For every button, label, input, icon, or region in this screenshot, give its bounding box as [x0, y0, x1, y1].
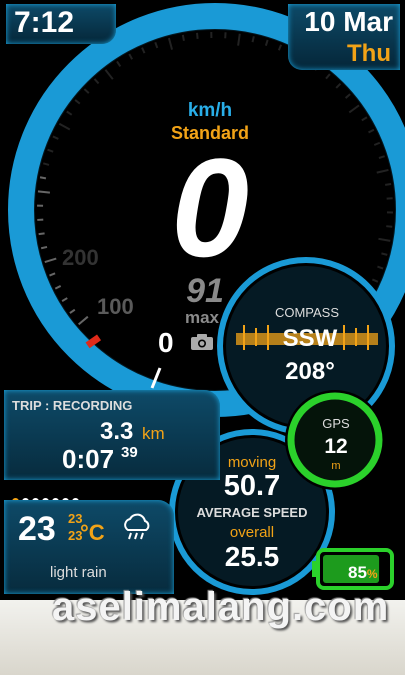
avg-overall-label: overall — [229, 524, 275, 541]
gps-accuracy: 12 — [324, 435, 348, 458]
trip-seconds: 39 — [121, 444, 138, 461]
camera-icon[interactable] — [190, 333, 214, 351]
dial-tick — [385, 183, 392, 186]
battery-percent: 85% — [348, 563, 378, 583]
trip-title: TRIP : RECORDING — [12, 398, 133, 413]
clock-time: 7:12 — [14, 6, 75, 39]
dial-tick — [39, 176, 47, 180]
day-text: Thu — [347, 40, 391, 67]
rain-cloud-icon — [124, 513, 150, 540]
avg-speed-title: AVERAGE SPEED — [196, 505, 308, 520]
compass-degrees: 208° — [285, 358, 335, 385]
battery-percent-value: 85 — [348, 563, 367, 582]
date-text: 10 Mar — [304, 6, 393, 37]
dial-tick — [196, 32, 199, 39]
dial-tick — [38, 232, 45, 236]
tick-label-100: 100 — [97, 294, 134, 319]
compass-direction: SSW — [282, 325, 338, 352]
avg-moving-value: 50.7 — [223, 470, 281, 502]
dial-tick — [386, 225, 393, 228]
avg-overall-value: 25.5 — [224, 541, 280, 572]
max-speed-value: 91 — [186, 272, 224, 310]
weather-unit: °C — [80, 520, 105, 545]
trip-distance-unit: km — [142, 424, 165, 443]
gps-unit: m — [331, 460, 341, 472]
battery-percent-symbol: % — [366, 567, 378, 581]
reset-button[interactable]: 0 — [158, 327, 174, 359]
current-speed: 0 — [171, 129, 249, 286]
trip-time: 0:07 — [62, 444, 115, 474]
dial-tick — [40, 245, 48, 250]
dial-tick — [37, 190, 51, 194]
avg-moving-label: moving — [227, 454, 277, 471]
speed-unit[interactable]: km/h — [150, 100, 270, 122]
compass-title: COMPASS — [274, 305, 340, 320]
max-speed-label: max — [184, 308, 220, 327]
battery-cap — [312, 561, 319, 577]
watermark-text: aselimalang.com — [52, 585, 390, 629]
dial-tick — [181, 34, 185, 42]
tick-label-200: 200 — [62, 245, 99, 270]
weather-condition: light rain — [50, 564, 107, 581]
dial-tick — [251, 36, 255, 43]
gps-title: GPS — [322, 416, 350, 431]
weather-temperature: 23 — [18, 510, 56, 548]
trip-distance: 3.3 — [100, 418, 134, 445]
